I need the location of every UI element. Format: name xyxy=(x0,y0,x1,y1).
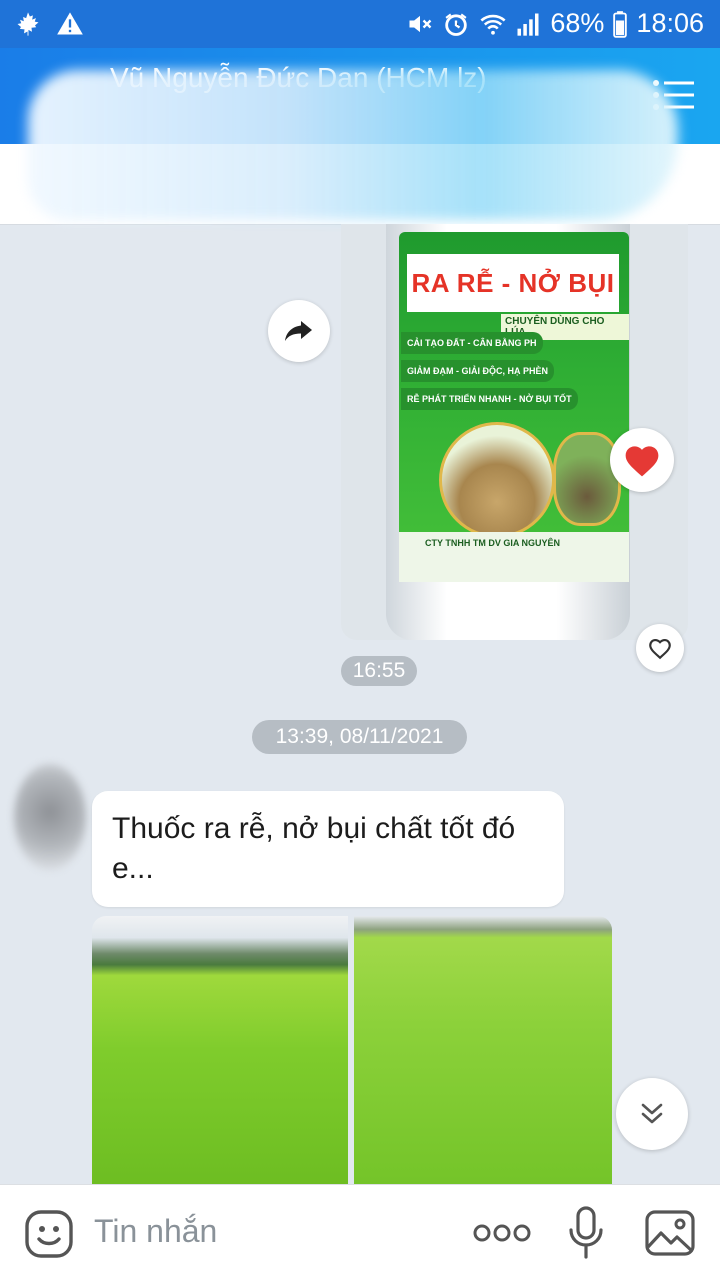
message-time: 16:55 xyxy=(341,656,417,686)
share-forward-icon[interactable] xyxy=(268,300,330,362)
product-tag: CẢI TẠO ĐẤT - CÂN BẰNG PH xyxy=(401,332,543,354)
product-tag: RỄ PHÁT TRIỂN NHANH - NỞ BỤI TỐT xyxy=(401,388,578,410)
scroll-to-bottom-icon[interactable] xyxy=(616,1078,688,1150)
microphone-icon[interactable] xyxy=(566,1205,606,1261)
battery-percent: 68% xyxy=(550,8,605,38)
maple-leaf-icon xyxy=(14,10,42,38)
wifi-icon xyxy=(478,10,506,38)
signal-icon xyxy=(514,10,542,38)
roots-illustration xyxy=(553,432,621,526)
like-heart-icon[interactable] xyxy=(636,624,684,672)
status-bar: 68% 18:06 xyxy=(0,0,720,48)
redaction-blur xyxy=(28,70,678,220)
rice-field-photo[interactable] xyxy=(354,916,612,1184)
avatar[interactable] xyxy=(14,764,86,870)
message-input-bar: Tin nhắn xyxy=(0,1184,720,1281)
warning-icon xyxy=(56,10,84,38)
image-gallery-icon[interactable] xyxy=(644,1209,696,1257)
product-label: RA RỄ - NỞ BỤI CHUYÊN DÙNG CHO LÚA CẢI T… xyxy=(399,232,629,582)
message-text: Thuốc ra rễ, nở bụi chất tốt đó e... xyxy=(112,812,516,885)
battery-icon xyxy=(612,10,628,38)
emoji-icon[interactable] xyxy=(24,1209,74,1259)
rice-field-photo[interactable] xyxy=(92,916,348,1184)
clock-time: 18:06 xyxy=(636,8,704,38)
more-options-icon[interactable] xyxy=(472,1215,532,1251)
mute-icon xyxy=(406,10,434,38)
message-input[interactable]: Tin nhắn xyxy=(94,1213,217,1250)
alarm-icon xyxy=(442,10,470,38)
date-separator: 13:39, 08/11/2021 xyxy=(252,720,467,754)
photo-group-message[interactable] xyxy=(92,916,612,1184)
message-list[interactable]: RA RỄ - NỞ BỤI CHUYÊN DÙNG CHO LÚA CẢI T… xyxy=(0,224,720,1184)
product-tag: GIẢM ĐẠM - GIẢI ĐỘC, HẠ PHÈN xyxy=(401,360,554,382)
product-title: RA RỄ - NỞ BỤI xyxy=(407,254,619,312)
product-company: CTY TNHH TM DV GIA NGUYÊN xyxy=(399,532,629,582)
heart-reaction-icon[interactable] xyxy=(610,428,674,492)
roots-illustration xyxy=(439,422,555,538)
text-message-bubble[interactable]: Thuốc ra rễ, nở bụi chất tốt đó e... xyxy=(92,791,564,907)
